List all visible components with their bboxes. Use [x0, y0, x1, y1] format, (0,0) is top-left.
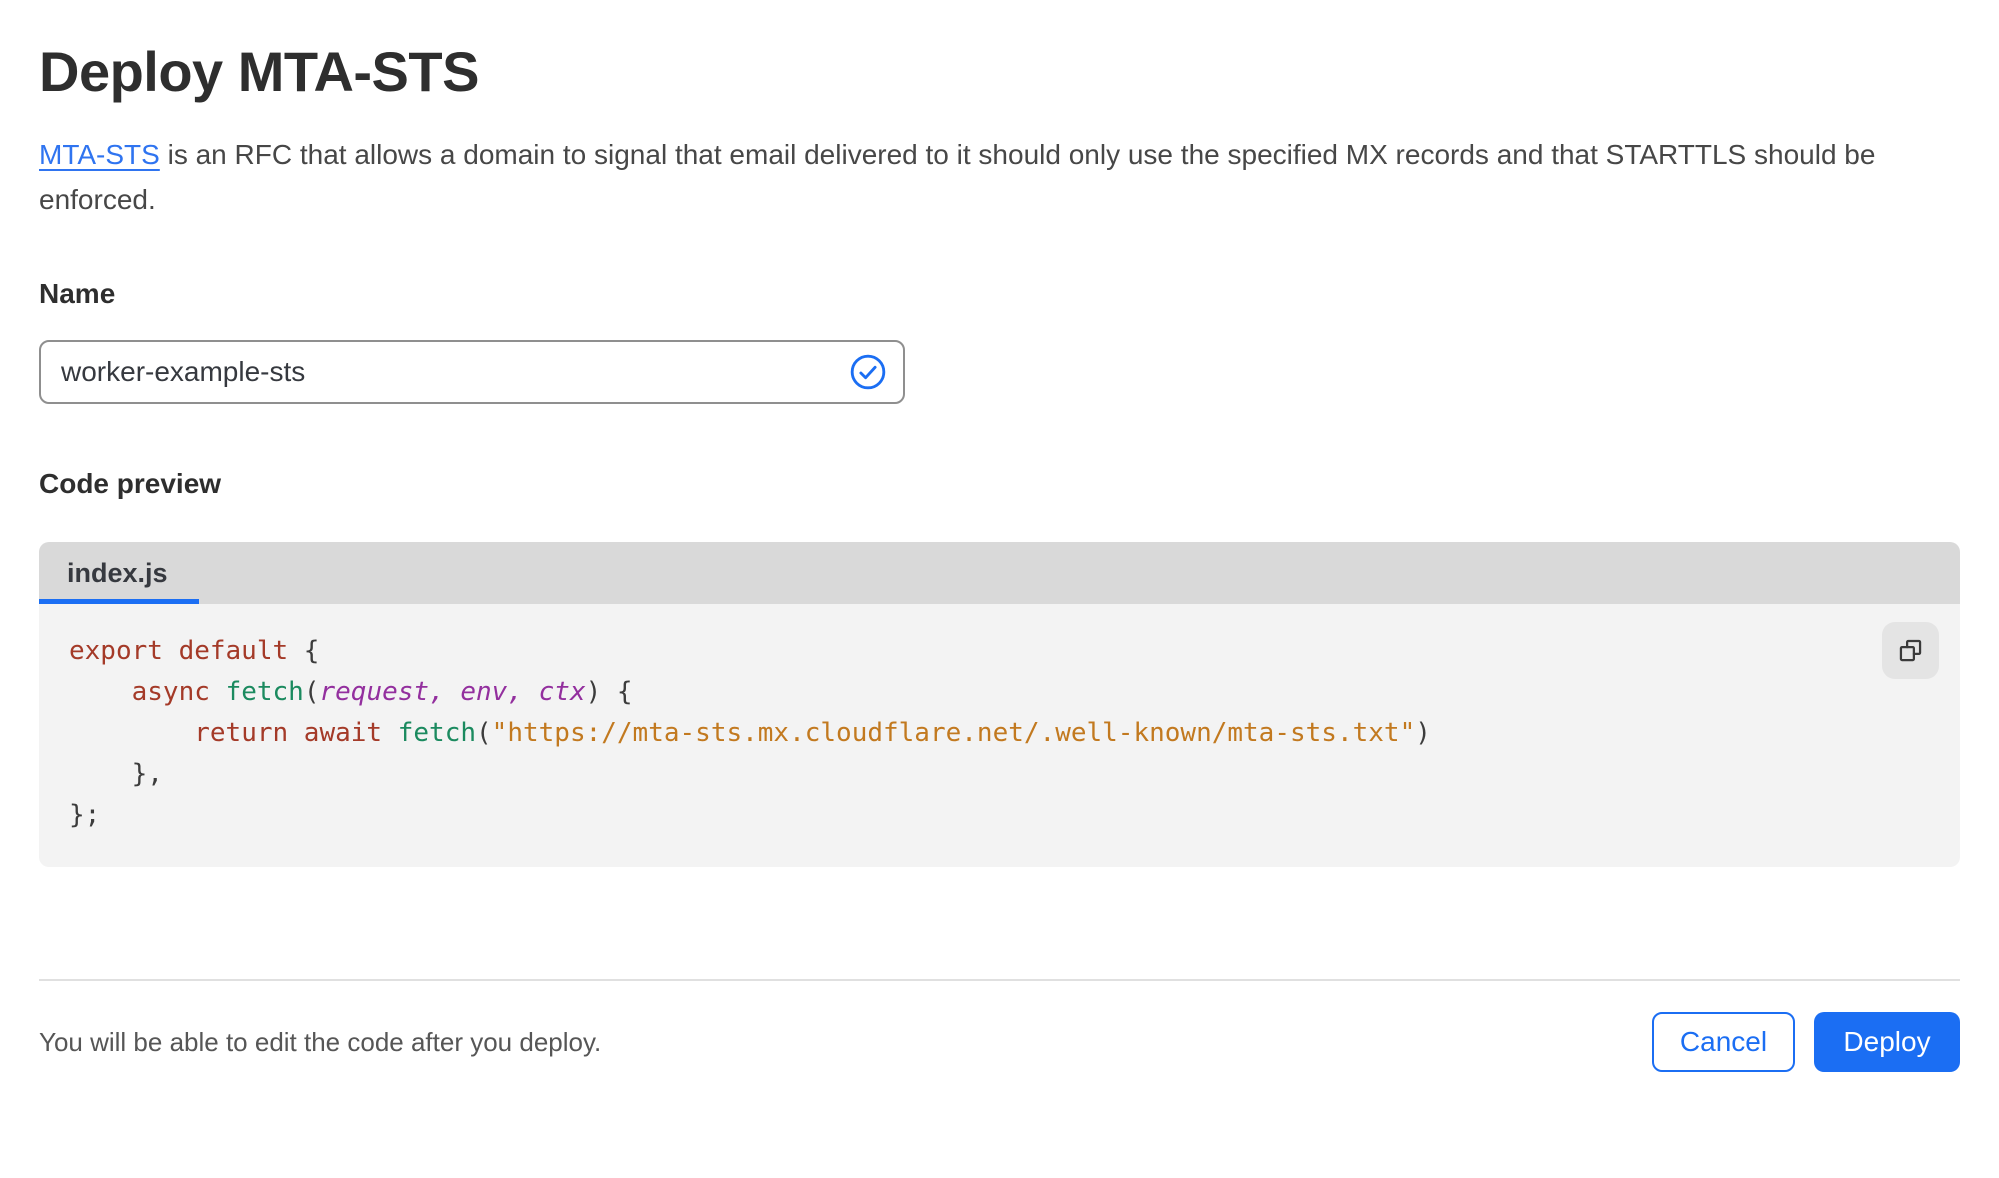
- check-circle-icon: [849, 353, 887, 391]
- footer-actions: Cancel Deploy: [1652, 1012, 1960, 1072]
- code-preview-block: index.js export default { async fetch(re…: [39, 542, 1960, 867]
- name-input[interactable]: [61, 356, 849, 388]
- deploy-button[interactable]: Deploy: [1814, 1012, 1960, 1072]
- page-title: Deploy MTA-STS: [39, 40, 479, 103]
- name-input-wrapper: [39, 340, 905, 404]
- code-preview-label: Code preview: [39, 468, 222, 499]
- code-line: },: [69, 759, 163, 789]
- copy-icon: [1897, 637, 1924, 664]
- footer-divider: [39, 979, 1960, 981]
- name-label: Name: [39, 278, 116, 309]
- code-line: async fetch(request, env, ctx) {: [131, 677, 633, 707]
- footer: You will be able to edit the code after …: [39, 1012, 1960, 1072]
- code-line: };: [69, 800, 101, 830]
- code-editor: export default { async fetch(request, en…: [39, 604, 1960, 867]
- description: MTA-STS is an RFC that allows a domain t…: [39, 132, 1949, 222]
- description-text: is an RFC that allows a domain to signal…: [39, 139, 1876, 215]
- code-line: export default {: [69, 636, 320, 666]
- footer-note: You will be able to edit the code after …: [39, 1026, 602, 1057]
- copy-code-button[interactable]: [1882, 622, 1939, 679]
- mta-sts-link[interactable]: MTA-STS: [39, 139, 160, 170]
- code-tabbar: index.js: [39, 542, 1960, 604]
- code-line: return await fetch("https://mta-sts.mx.c…: [194, 718, 1431, 748]
- deploy-mta-sts-page: Deploy MTA-STS MTA-STS is an RFC that al…: [0, 40, 1999, 1072]
- cancel-button[interactable]: Cancel: [1652, 1012, 1795, 1072]
- tab-label: index.js: [67, 558, 168, 588]
- tab-index-js[interactable]: index.js: [39, 542, 199, 604]
